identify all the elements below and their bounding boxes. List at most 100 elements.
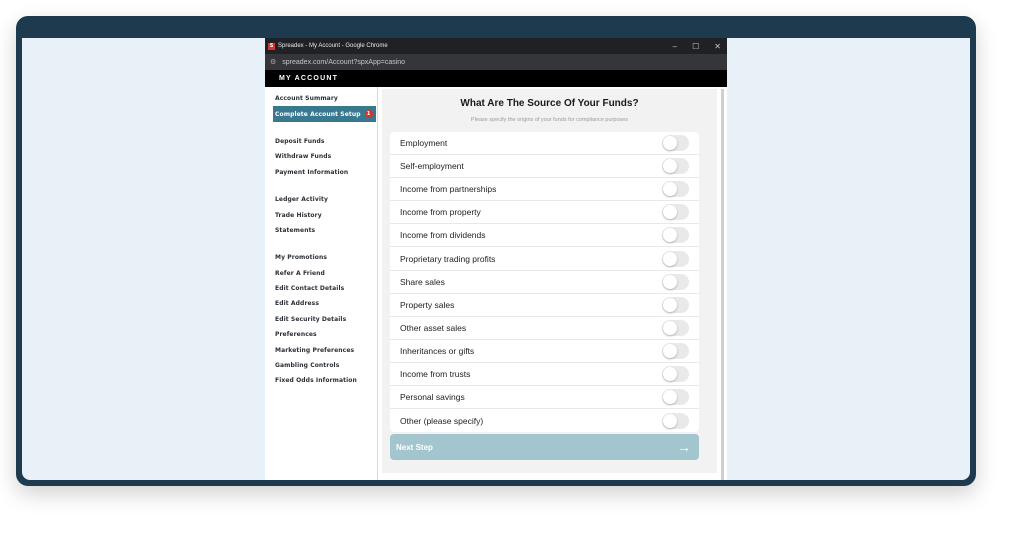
funds-option-row: Share sales: [390, 271, 699, 294]
arrow-right-icon: →: [677, 439, 691, 455]
sidebar-item-deposit-funds[interactable]: Deposit Funds: [265, 134, 377, 149]
funds-subtitle: Please specify the origins of your funds…: [470, 117, 629, 123]
funds-option-row: Proprietary trading profits: [390, 247, 699, 271]
maximize-icon[interactable]: ☐: [692, 42, 699, 51]
close-icon[interactable]: ✕: [714, 42, 721, 51]
funds-option-toggle[interactable]: [662, 296, 689, 313]
funds-option-row: Property sales: [390, 294, 699, 317]
page-title: MY ACCOUNT: [279, 75, 339, 82]
sidebar-item-label: Payment Information: [275, 168, 349, 176]
funds-option-label: Share sales: [400, 276, 445, 287]
funds-option-row: Other (please specify): [390, 409, 699, 432]
funds-option-label: Proprietary trading profits: [400, 253, 496, 264]
funds-option-label: Income from property: [400, 207, 481, 218]
sidebar-item-trade-history[interactable]: Trade History: [265, 207, 377, 222]
funds-option-label: Income from trusts: [400, 368, 471, 379]
funds-option-row: Income from dividends: [390, 224, 699, 248]
funds-option-toggle[interactable]: [662, 204, 689, 221]
sidebar-item-refer-a-friend[interactable]: Refer A Friend: [265, 266, 377, 281]
sidebar-item-complete-account-setup[interactable]: Complete Account Setup 1: [273, 106, 376, 122]
funds-option-toggle[interactable]: [662, 412, 689, 429]
funds-option-toggle[interactable]: [662, 227, 689, 244]
funds-option-toggle[interactable]: [662, 319, 689, 336]
sidebar-item-preferences[interactable]: Preferences: [265, 327, 377, 342]
window-controls: – ☐ ✕: [673, 38, 721, 54]
funds-option-label: Other (please specify): [400, 415, 484, 426]
minimize-icon[interactable]: –: [673, 42, 677, 51]
sidebar-item-gambling-controls[interactable]: Gambling Controls: [265, 358, 377, 373]
funds-option-row: Other asset sales: [390, 317, 699, 340]
sidebar-nav: Account Summary Complete Account Setup 1 De…: [265, 87, 377, 480]
sidebar-item-payment-information[interactable]: Payment Information: [265, 165, 377, 180]
funds-option-toggle[interactable]: [662, 181, 689, 198]
sidebar-item-marketing-preferences[interactable]: Marketing Preferences: [265, 342, 377, 357]
next-step-button[interactable]: Next Step →: [390, 434, 699, 460]
funds-option-label: Income from partnerships: [400, 184, 497, 195]
sidebar-item-label: Trade History: [275, 211, 322, 219]
funds-option-toggle[interactable]: [662, 389, 689, 406]
sidebar-item-label: Preferences: [275, 331, 317, 339]
spreadex-logo-icon: S: [268, 42, 275, 50]
sidebar-item-label: Statements: [275, 226, 316, 234]
sidebar-item-label: Edit Contact Details: [275, 285, 345, 293]
window-title: Spreadex - My Account - Google Chrome: [278, 43, 388, 49]
browser-window: S Spreadex - My Account - Google Chrome …: [265, 38, 727, 480]
notification-badge: 1: [364, 110, 373, 119]
funds-option-label: Personal savings: [400, 392, 465, 403]
sidebar-item-my-promotions[interactable]: My Promotions: [265, 250, 377, 265]
next-step-label: Next Step: [396, 442, 433, 452]
sidebar-item-withdraw-funds[interactable]: Withdraw Funds: [265, 149, 377, 164]
sidebar-item-label: My Promotions: [275, 254, 328, 262]
address-bar[interactable]: ⚙ spreadex.com/Account?spxApp=casino: [265, 54, 727, 70]
funds-option-label: Other asset sales: [400, 322, 467, 333]
sidebar-item-label: Edit Security Details: [275, 315, 347, 323]
sidebar-item-statements[interactable]: Statements: [265, 223, 377, 238]
sidebar-item-label: Account Summary: [275, 95, 338, 103]
sidebar-item-ledger-activity[interactable]: Ledger Activity: [265, 192, 377, 207]
funds-option-row: Income from property: [390, 201, 699, 225]
funds-option-toggle[interactable]: [662, 273, 689, 290]
funds-options-list: Employment Self-employment Income from par…: [390, 132, 699, 433]
funds-option-label: Income from dividends: [400, 230, 486, 241]
sidebar-item-account-summary[interactable]: Account Summary: [265, 91, 377, 106]
sidebar-item-label: Fixed Odds Information: [275, 377, 357, 385]
sidebar-item-label: Ledger Activity: [275, 196, 328, 204]
account-header: MY ACCOUNT: [265, 70, 727, 87]
sidebar-item-label: Refer A Friend: [275, 269, 325, 277]
funds-option-label: Inheritances or gifts: [400, 345, 475, 356]
sidebar-item-label: Edit Address: [275, 300, 320, 308]
page-content: Account Summary Complete Account Setup 1 De…: [265, 87, 727, 480]
url-text: spreadex.com/Account?spxApp=casino: [282, 58, 406, 66]
title-bar: S Spreadex - My Account - Google Chrome …: [265, 38, 727, 54]
funds-option-toggle[interactable]: [662, 158, 689, 175]
sidebar-item-label: Marketing Preferences: [275, 346, 355, 354]
funds-panel: What Are The Source Of Your Funds? Pleas…: [382, 89, 717, 473]
sidebar-item-label: Withdraw Funds: [275, 153, 332, 161]
sidebar-item-edit-contact-details[interactable]: Edit Contact Details: [265, 281, 377, 296]
sidebar-item-fixed-odds-information[interactable]: Fixed Odds Information: [265, 373, 377, 388]
sidebar-item-label: Deposit Funds: [275, 137, 325, 145]
sidebar-item-label: Gambling Controls: [275, 362, 340, 370]
sidebar-item-edit-address[interactable]: Edit Address: [265, 296, 377, 311]
scrollbar[interactable]: [721, 89, 724, 480]
sidebar-item-edit-security-details[interactable]: Edit Security Details: [265, 312, 377, 327]
funds-option-label: Employment: [400, 138, 448, 149]
funds-option-toggle[interactable]: [662, 342, 689, 359]
screen: S Spreadex - My Account - Google Chrome …: [22, 38, 970, 480]
sidebar-item-label: Complete Account Setup: [275, 110, 361, 118]
funds-option-toggle[interactable]: [662, 250, 689, 267]
site-settings-icon[interactable]: ⚙: [270, 58, 276, 66]
funds-option-row: Income from trusts: [390, 363, 699, 387]
device-frame: S Spreadex - My Account - Google Chrome …: [16, 16, 976, 486]
sidebar-divider: [377, 87, 378, 480]
funds-option-toggle[interactable]: [662, 135, 689, 152]
funds-option-row: Employment: [390, 132, 699, 156]
funds-title: What Are The Source Of Your Funds?: [460, 98, 639, 109]
funds-option-row: Personal savings: [390, 386, 699, 410]
funds-option-row: Income from partnerships: [390, 178, 699, 202]
funds-option-toggle[interactable]: [662, 365, 689, 382]
funds-option-row: Inheritances or gifts: [390, 340, 699, 363]
